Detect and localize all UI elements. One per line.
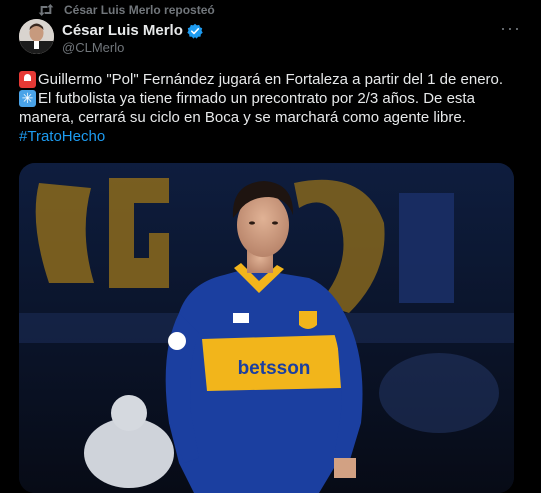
- avatar[interactable]: [19, 19, 54, 54]
- sponsor-logo: betsson: [238, 358, 311, 379]
- author-name-row[interactable]: César Luis Merlo: [62, 22, 203, 39]
- author-name[interactable]: César Luis Merlo: [62, 22, 183, 39]
- tweet-text: Guillermo "Pol" Fernández jugará en Fort…: [19, 70, 529, 146]
- more-options-icon[interactable]: ···: [500, 18, 521, 39]
- player-photo: betsson: [19, 163, 514, 493]
- tweet-line-3-text: manera, cerrará su ciclo en Boca y se ma…: [19, 109, 466, 126]
- tweet-line-1: Guillermo "Pol" Fernández jugará en Fort…: [19, 70, 529, 89]
- author-handle[interactable]: @CLMerlo: [62, 40, 124, 55]
- avatar-image: [19, 19, 54, 54]
- repost-icon: [38, 4, 54, 16]
- verified-badge-icon: [187, 23, 203, 39]
- repost-text: César Luis Merlo reposteó: [64, 3, 215, 17]
- hashtag-link[interactable]: #TratoHecho: [19, 127, 105, 146]
- tweet-line-1-text: Guillermo "Pol" Fernández jugará en Fort…: [38, 71, 504, 88]
- police-siren-icon: [19, 71, 36, 88]
- tweet-line-2: El futbolista ya tiene firmado un precon…: [19, 89, 529, 108]
- tweet-line-3: manera, cerrará su ciclo en Boca y se ma…: [19, 108, 529, 127]
- tweet-hashtag-line: #TratoHecho: [19, 127, 529, 146]
- tweet-line-2-text: El futbolista ya tiene firmado un precon…: [38, 90, 475, 107]
- tweet-media-photo[interactable]: betsson: [19, 163, 514, 493]
- sparkle-icon: [19, 89, 36, 108]
- repost-indicator[interactable]: César Luis Merlo reposteó: [38, 3, 215, 17]
